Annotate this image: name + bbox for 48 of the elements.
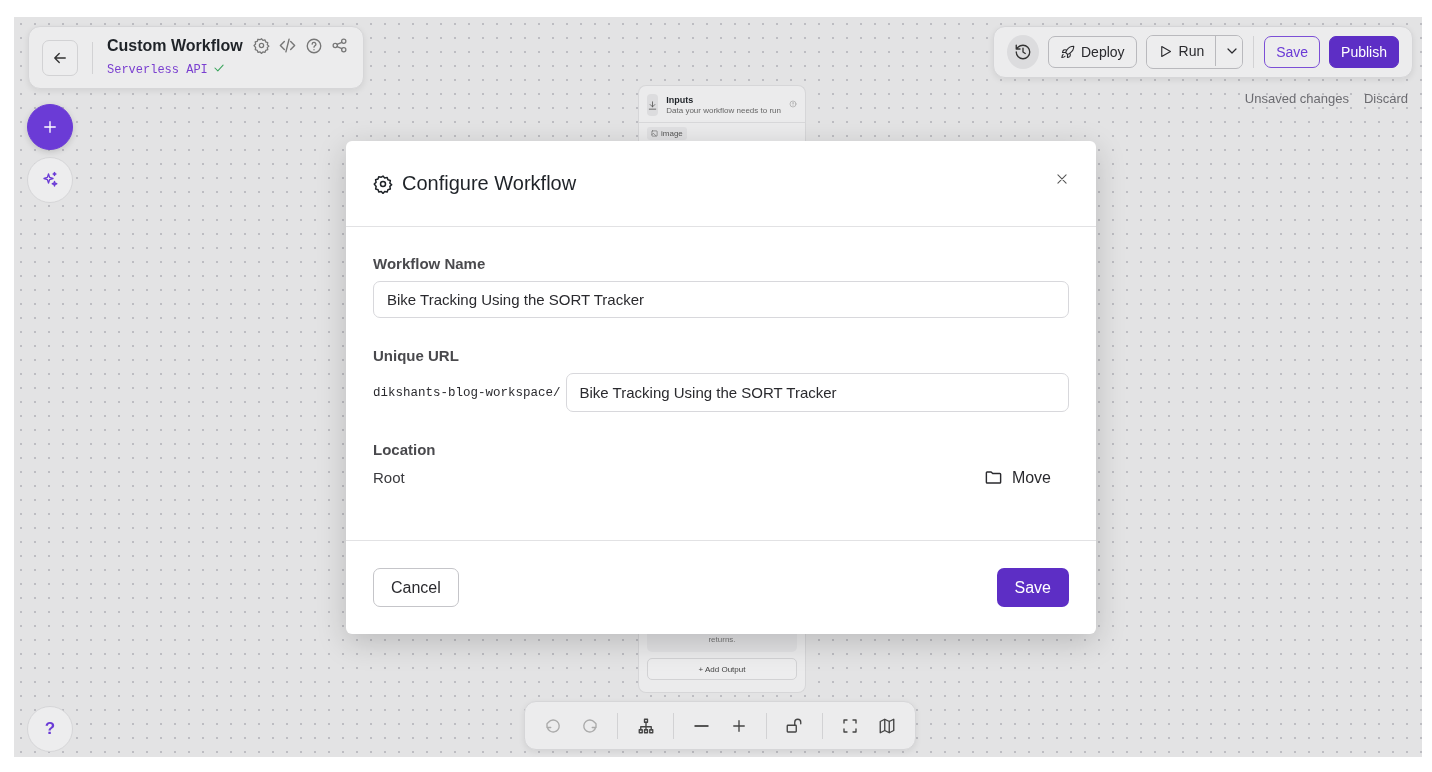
workflow-name-field[interactable]: Bike Tracking Using the SORT Tracker (373, 281, 1069, 318)
deploy-button[interactable]: Deploy (1048, 36, 1137, 68)
field-label: Workflow Name (373, 255, 487, 272)
fullscreen-icon (841, 716, 860, 735)
rocket-icon (1060, 44, 1075, 60)
publish-button[interactable]: Publish (1329, 36, 1399, 68)
url-prefix: dikshants-blog-workspace/ (373, 385, 561, 400)
url-field[interactable]: Bike Tracking Using the SORT Tracker (565, 373, 1069, 412)
settings-icon (373, 173, 393, 194)
code-icon[interactable] (277, 36, 297, 55)
close-button[interactable] (1055, 171, 1069, 186)
unlocked-padlock-icon (785, 716, 804, 735)
cancel-button[interactable]: Cancel (373, 568, 459, 607)
field-label: Unique URL (373, 347, 460, 364)
run-menu-button[interactable] (1215, 36, 1243, 66)
location-value: Root (373, 469, 405, 486)
node-title: Inputs (666, 95, 695, 105)
discard-link[interactable]: Discard (1363, 91, 1408, 106)
redo-icon (580, 716, 599, 735)
plus-icon (41, 118, 59, 136)
map-icon (878, 716, 897, 735)
field-label: Location (373, 441, 437, 458)
download-icon (647, 99, 659, 111)
move-button[interactable]: Move (983, 468, 1051, 487)
share-icon[interactable] (330, 37, 348, 54)
minus-icon (693, 724, 709, 727)
ai-button[interactable] (27, 157, 73, 203)
help-button[interactable]: ? (27, 706, 73, 752)
undo-icon (543, 716, 562, 735)
save-button[interactable]: Save (996, 568, 1069, 607)
workflow-title: Custom Workflow (107, 36, 243, 55)
workflow-subtitle: Serverless API (107, 63, 208, 77)
input-chip[interactable]: image (647, 127, 687, 140)
history-icon (1014, 43, 1032, 61)
node-hint: returns. (647, 634, 797, 652)
node-description: Data your workflow needs to run (666, 106, 781, 115)
back-button[interactable] (42, 39, 78, 76)
hierarchy-icon (636, 716, 655, 735)
history-button[interactable] (1007, 35, 1039, 69)
dialog-title: Configure Workflow (402, 172, 577, 195)
close-icon (1055, 171, 1069, 186)
save-button[interactable]: Save (1264, 36, 1321, 68)
add-button[interactable] (27, 104, 73, 150)
settings-icon[interactable] (252, 37, 270, 54)
unsaved-changes-text: Unsaved changes (1244, 91, 1349, 106)
folder-icon (983, 468, 1003, 487)
sparkles-icon (41, 171, 59, 189)
add-output-button[interactable]: + Add Output (647, 658, 797, 680)
